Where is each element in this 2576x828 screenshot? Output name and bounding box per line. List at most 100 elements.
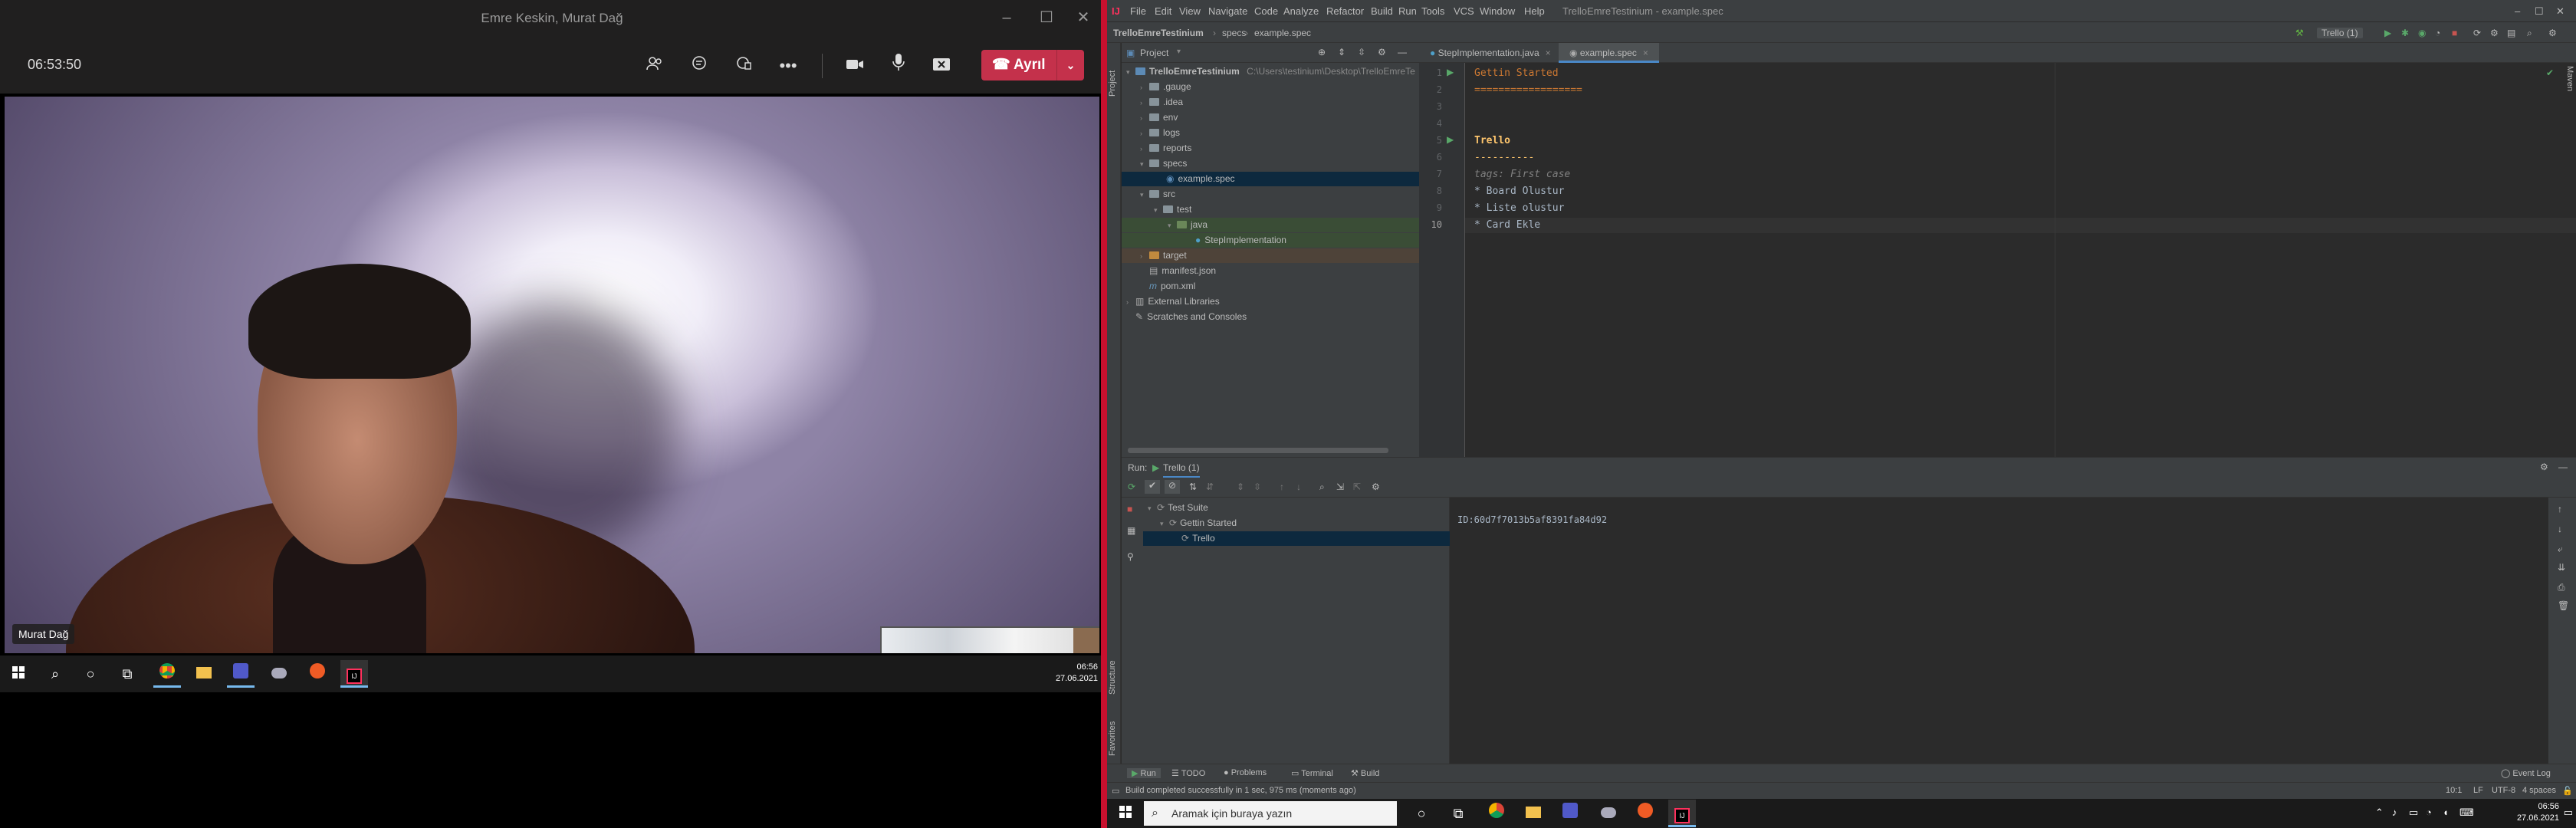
minimize-icon[interactable]: – xyxy=(997,8,1017,28)
chat-icon[interactable] xyxy=(684,51,715,81)
expand-icon[interactable]: ⇕ xyxy=(1237,481,1244,492)
code-editor[interactable]: Gettin Started ================== Trello… xyxy=(1465,63,2576,457)
bottom-tab-run[interactable]: ▶ Run xyxy=(1127,768,1161,778)
chevron-down-icon[interactable]: ⌄ xyxy=(1056,50,1084,80)
show-ignored-icon[interactable]: ⊘ xyxy=(1165,480,1180,494)
left-clock[interactable]: 06:56 27.06.2021 xyxy=(1056,662,1098,685)
scroll-up-icon[interactable]: ↑ xyxy=(2558,504,2562,514)
export-icon[interactable]: ⇲ xyxy=(1336,481,1344,492)
project-view-select[interactable]: Project xyxy=(1140,48,1168,58)
scroll-down-icon[interactable]: ↓ xyxy=(2558,524,2562,534)
postman-icon[interactable] xyxy=(304,660,331,688)
windows-start-icon[interactable] xyxy=(1112,800,1139,827)
search-icon[interactable]: ⌕ xyxy=(1319,481,1325,493)
tool-tab-maven[interactable]: Maven xyxy=(2562,66,2574,104)
breadcrumb-project[interactable]: TrelloEmreTestinium xyxy=(1113,28,1204,38)
structure-icon[interactable]: ▤ xyxy=(2507,28,2515,38)
collapse-all-icon[interactable]: ⇳ xyxy=(1358,47,1365,58)
people-icon[interactable] xyxy=(639,51,670,81)
notification-icon[interactable]: ▭ xyxy=(2564,807,2573,819)
status-message[interactable]: Build completed successfully in 1 sec, 9… xyxy=(1125,786,1356,795)
close-icon[interactable]: ✕ xyxy=(1073,8,1093,28)
tool-tab-project[interactable]: Project xyxy=(1108,51,1120,97)
right-clock[interactable]: 06:56 27.06.2021 xyxy=(2517,801,2559,824)
run-gutter-icon[interactable]: ▶ xyxy=(1447,67,1454,77)
tree-item[interactable]: › logs xyxy=(1140,126,1180,140)
file-encoding[interactable]: UTF-8 xyxy=(2492,786,2515,795)
menu-file[interactable]: File xyxy=(1130,5,1146,17)
reactions-icon[interactable] xyxy=(728,51,759,81)
chevron-down-icon[interactable]: ▾ xyxy=(1177,48,1181,56)
debug-icon[interactable]: ✱ xyxy=(2401,28,2409,38)
tree-item[interactable]: ▤ manifest.json xyxy=(1149,264,1216,278)
bottom-tab-todo[interactable]: ☰ TODO xyxy=(1171,768,1205,778)
tree-item[interactable]: ▾ java xyxy=(1122,218,1419,232)
settings-icon[interactable]: ⚙ xyxy=(2490,28,2499,38)
intellij-icon[interactable]: IJ xyxy=(1668,800,1696,827)
pin-icon[interactable]: ⚲ xyxy=(1127,551,1134,562)
expand-all-icon[interactable]: ⇕ xyxy=(1338,47,1346,58)
minimize-icon[interactable]: – xyxy=(2515,5,2520,17)
import-icon[interactable]: ⇱ xyxy=(1353,481,1361,492)
teams-icon[interactable] xyxy=(227,660,255,688)
mic-tray-icon[interactable]: ♪ xyxy=(2392,807,2397,818)
test-node[interactable]: ▾ ⟳ Gettin Started xyxy=(1160,516,1237,531)
run-icon[interactable]: ▶ xyxy=(2384,28,2391,38)
rerun-icon[interactable]: ⟳ xyxy=(1128,481,1135,492)
gear-icon[interactable]: ⚙ xyxy=(1378,47,1386,58)
build-hammer-icon[interactable]: ⚒ xyxy=(2295,28,2304,38)
run-gutter-icon[interactable]: ▶ xyxy=(1447,134,1454,145)
menu-refactor[interactable]: Refactor xyxy=(1326,5,1364,17)
trash-icon[interactable]: 🗑 xyxy=(2558,600,2569,611)
tray-chevron-icon[interactable]: ⌃ xyxy=(2375,807,2384,819)
hide-icon[interactable]: — xyxy=(2558,462,2568,472)
volume-icon[interactable]: ◖ xyxy=(2443,807,2449,818)
tree-item[interactable]: ▾ src xyxy=(1140,187,1175,202)
caret-position[interactable]: 10:1 xyxy=(2446,786,2462,795)
network-icon[interactable]: ◔ xyxy=(2426,807,2432,818)
status-toggle-icon[interactable]: ▭ xyxy=(1112,786,1119,796)
show-passed-icon[interactable]: ✔ xyxy=(1145,480,1160,494)
menu-window[interactable]: Window xyxy=(1480,5,1515,17)
close-icon[interactable]: × xyxy=(1643,48,1648,58)
tree-item[interactable]: › .gauge xyxy=(1140,80,1191,94)
tool-tab-favorites[interactable]: Favorites xyxy=(1108,702,1120,756)
maximize-icon[interactable]: ☐ xyxy=(2535,5,2544,18)
tree-item[interactable]: › env xyxy=(1140,110,1178,125)
breadcrumb-file[interactable]: example.spec xyxy=(1254,28,1311,38)
close-icon[interactable]: × xyxy=(1546,48,1551,58)
menu-code[interactable]: Code xyxy=(1254,5,1278,17)
tree-item[interactable]: › ▥ External Libraries xyxy=(1126,294,1220,309)
chrome-icon[interactable] xyxy=(153,660,181,688)
app-icon[interactable] xyxy=(1595,800,1622,827)
console-output[interactable]: ID:60d7f7013b5af8391fa84d92 xyxy=(1450,498,2546,764)
sort-icon[interactable]: ⇅ xyxy=(1189,481,1197,492)
profile-icon[interactable]: ◔ xyxy=(2435,28,2440,38)
tree-item[interactable]: ✎ Scratches and Consoles xyxy=(1135,310,1247,324)
bottom-tab-build[interactable]: ⚒ Build xyxy=(1351,768,1379,778)
tree-item[interactable]: › target xyxy=(1122,248,1419,263)
menu-analyze[interactable]: Analyze xyxy=(1283,5,1319,17)
chrome-icon[interactable] xyxy=(1483,800,1510,827)
test-node[interactable]: ▾ ⟳ Test Suite xyxy=(1148,501,1208,515)
language-icon[interactable]: ⌨ xyxy=(2459,807,2474,819)
menu-navigate[interactable]: Navigate xyxy=(1208,5,1247,17)
menu-view[interactable]: View xyxy=(1179,5,1201,17)
file-explorer-icon[interactable] xyxy=(190,660,218,688)
tab-stepimplementation[interactable]: ● StepImplementation.java × xyxy=(1419,43,1562,63)
task-view-icon[interactable]: ⧉ xyxy=(113,660,141,688)
scroll-end-icon[interactable]: ⇊ xyxy=(2558,562,2565,573)
menu-run[interactable]: Run xyxy=(1398,5,1417,17)
soft-wrap-icon[interactable]: ⤶ xyxy=(2558,544,2563,555)
taskbar-search-input[interactable]: ⌕ Aramak için buraya yazın xyxy=(1144,801,1397,826)
gear-icon[interactable]: ⚙ xyxy=(2540,462,2548,472)
ide-settings-icon[interactable]: ⚙ xyxy=(2548,28,2557,38)
next-icon[interactable]: ↓ xyxy=(1296,481,1301,492)
intellij-icon[interactable]: IJ xyxy=(340,660,368,688)
camera-icon[interactable] xyxy=(840,51,870,81)
windows-start-icon[interactable] xyxy=(5,660,32,688)
tab-example-spec[interactable]: ◉ example.spec × xyxy=(1559,43,1659,63)
update-icon[interactable]: ⟳ xyxy=(2473,28,2481,38)
event-log-button[interactable]: ◯ Event Log xyxy=(2501,768,2551,778)
gear-icon[interactable]: ⚙ xyxy=(1372,481,1380,492)
